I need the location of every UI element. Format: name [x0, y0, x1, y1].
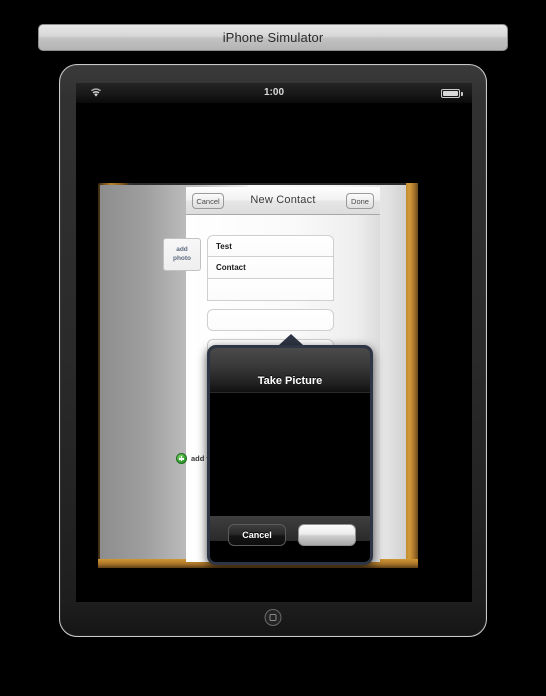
contact-navigation-bar: Cancel New Contact Done	[186, 187, 380, 215]
camera-shutter-icon[interactable]	[298, 524, 356, 546]
add-photo-label-line1: add	[176, 246, 188, 254]
window-titlebar: iPhone Simulator	[38, 24, 508, 51]
add-photo-button[interactable]: add photo	[163, 238, 201, 271]
camera-preview-area	[210, 392, 370, 516]
field-value: Contact	[216, 263, 246, 272]
battery-fill	[443, 91, 458, 96]
table-row[interactable]	[207, 279, 334, 301]
plus-circle-icon	[176, 453, 187, 464]
popover-footer: Cancel	[210, 516, 370, 562]
table-row[interactable]: Test	[207, 235, 334, 257]
popover-cancel-button[interactable]: Cancel	[228, 524, 286, 546]
book-right-binding	[406, 183, 418, 568]
popover-header: Take Picture	[210, 348, 370, 392]
window-title: iPhone Simulator	[222, 30, 324, 45]
ios-status-bar: 1:00	[76, 83, 472, 103]
take-picture-popover: Take Picture Cancel	[207, 345, 373, 565]
battery-full-icon	[441, 89, 460, 98]
done-button[interactable]: Done	[346, 193, 374, 209]
ipad-screen: 1:00 Cancel New Contact Done add photo T…	[76, 83, 472, 602]
table-row[interactable]	[207, 309, 334, 331]
home-square-icon	[269, 614, 277, 621]
ipad-home-button[interactable]	[264, 609, 282, 626]
popover-cancel-label: Cancel	[242, 530, 272, 540]
battery-cap	[461, 91, 463, 96]
popover-arrow	[279, 334, 303, 345]
popover-title: Take Picture	[257, 375, 323, 387]
ipad-device-frame: 1:00 Cancel New Contact Done add photo T…	[59, 64, 487, 637]
simulator-window: iPhone Simulator 1:00 Cancel New Contact…	[0, 0, 546, 696]
field-value: Test	[216, 241, 232, 251]
status-bar-time: 1:00	[263, 87, 284, 98]
table-row[interactable]: Contact	[207, 257, 334, 279]
add-photo-label-line2: photo	[172, 254, 192, 262]
